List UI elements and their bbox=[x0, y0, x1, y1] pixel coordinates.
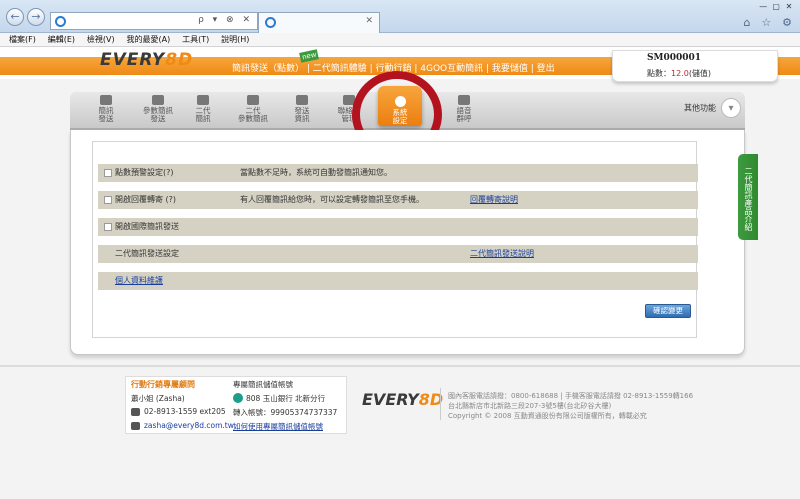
second-gen-product-tab[interactable]: 二代簡訊產品介紹 bbox=[738, 154, 758, 240]
other-functions[interactable]: 其他功能 ▾ bbox=[684, 98, 741, 118]
menu-tools[interactable]: 工具(T) bbox=[182, 33, 209, 47]
bank-logo-icon bbox=[233, 393, 243, 403]
topup-link[interactable]: (儲值) bbox=[689, 69, 711, 78]
row-description: 當點數不足時，系統可自動發簡訊通知您。 bbox=[240, 168, 392, 177]
tool-send-info[interactable]: 發送 資訊 bbox=[280, 95, 324, 123]
bank-name: 808 玉山銀行 北新分行 bbox=[246, 394, 326, 403]
profile-link[interactable]: 個人資料維護 bbox=[115, 272, 163, 290]
browser-chrome: ← → ρ ▾ ⊗ ✕ ✕ — ▢ ✕ ⌂ ☆ ⚙ bbox=[0, 0, 800, 33]
tool-second-gen-param-sms[interactable]: 二代 參數簡訊 bbox=[231, 95, 275, 123]
window-controls: — ▢ ✕ bbox=[758, 2, 794, 12]
account-box: SM000001 點數：12.0(儲值) bbox=[612, 50, 778, 82]
contact-card: 行動行銷專屬顧問 蕭小姐 (Zasha) 02-8913-1559 ext205… bbox=[125, 376, 347, 434]
footer-info: 國內客服電話請撥：0800-618688 | 手機客服電話請撥 02-8913-… bbox=[448, 391, 693, 421]
points-alert-checkbox[interactable] bbox=[104, 169, 112, 177]
phone-icon bbox=[131, 408, 140, 416]
bank-help-link[interactable]: 如何使用專屬簡訊儲值帳號 bbox=[233, 421, 323, 432]
footer-separator bbox=[440, 388, 441, 420]
second-gen-help-link[interactable]: 二代簡訊發送說明 bbox=[470, 245, 534, 263]
menu-file[interactable]: 檔案(F) bbox=[9, 33, 36, 47]
footer-copyright: Copyright © 2008 互動資通股份有限公司版權所有，轉載必究 bbox=[448, 412, 647, 420]
contact-email[interactable]: zasha@every8d.com.tw bbox=[144, 421, 234, 430]
tab-close-icon[interactable]: ✕ bbox=[365, 16, 373, 26]
reply-forward-help-link[interactable]: 回覆轉寄說明 bbox=[470, 191, 518, 209]
row-label[interactable]: 點數預警設定(?) bbox=[115, 164, 174, 182]
menu-view[interactable]: 檢視(V) bbox=[87, 33, 115, 47]
settings-row-profile: 個人資料維護 bbox=[98, 272, 698, 290]
speaker-icon bbox=[458, 95, 470, 105]
tools-gear-icon[interactable]: ⚙ bbox=[782, 16, 792, 29]
favorites-icon[interactable]: ☆ bbox=[761, 16, 771, 29]
row-label[interactable]: 開啟回覆轉寄 (?) bbox=[115, 191, 176, 209]
points-display: 點數：12.0(儲值) bbox=[647, 69, 712, 78]
param-icon bbox=[152, 95, 164, 105]
settings-row-points-alert: 點數預警設定(?) 當點數不足時，系統可自動發簡訊通知您。 bbox=[98, 164, 698, 182]
browser-toolbar-icons: ⌂ ☆ ⚙ bbox=[736, 16, 792, 29]
mail-icon bbox=[131, 422, 140, 430]
settings-row-reply-forward: 開啟回覆轉寄 (?) 有人回覆簡訊給您時，可以設定轉發簡訊至您手機。 回覆轉寄說… bbox=[98, 191, 698, 209]
settings-row-second-gen: 二代簡訊發送設定 二代簡訊發送說明 bbox=[98, 245, 698, 263]
envelope-icon bbox=[100, 95, 112, 105]
contacts-card-icon bbox=[197, 95, 209, 105]
menu-edit[interactable]: 編輯(E) bbox=[48, 33, 75, 47]
tool-voice-call[interactable]: 語音 群呼 bbox=[442, 95, 486, 123]
footer-logo: EVERY8D bbox=[362, 390, 444, 409]
bank-title: 專屬簡訊儲值帳號 bbox=[233, 380, 293, 389]
ie-icon bbox=[55, 16, 66, 27]
home-icon[interactable]: ⌂ bbox=[744, 16, 751, 29]
bank-account: 轉入帳號：99905374737337 bbox=[233, 408, 338, 417]
close-button[interactable]: ✕ bbox=[784, 2, 794, 11]
forward-button[interactable]: → bbox=[27, 8, 45, 26]
address-bar[interactable]: ρ ▾ ⊗ ✕ bbox=[50, 12, 258, 30]
tool-second-gen-sms[interactable]: 二代 簡訊 bbox=[181, 95, 225, 123]
maximize-button[interactable]: ▢ bbox=[771, 2, 781, 11]
footer-divider bbox=[0, 365, 800, 367]
footer-address: 台北縣新店市北新路三段207-3號5樓(台北矽谷大樓) bbox=[448, 402, 612, 410]
points-value: 12.0 bbox=[671, 69, 689, 78]
footer-hotline: 國內客服電話請撥：0800-618688 | 手機客服電話請撥 02-8913-… bbox=[448, 392, 694, 400]
back-button[interactable]: ← bbox=[6, 8, 24, 26]
site-logo[interactable]: EVERY8D bbox=[100, 50, 193, 70]
row-label[interactable]: 開啟國際簡訊發送 bbox=[115, 218, 179, 236]
browser-tab[interactable]: ✕ bbox=[258, 12, 380, 33]
address-controls[interactable]: ρ ▾ ⊗ ✕ bbox=[198, 15, 253, 25]
contact-name: 蕭小姐 (Zasha) bbox=[131, 394, 185, 403]
document-icon bbox=[296, 95, 308, 105]
row-label: 二代簡訊發送設定 bbox=[115, 249, 179, 258]
international-checkbox[interactable] bbox=[104, 223, 112, 231]
contact-title: 行動行銷專屬顧問 bbox=[131, 380, 195, 389]
tool-param-sms[interactable]: 參數簡訊 發送 bbox=[136, 95, 180, 123]
minimize-button[interactable]: — bbox=[758, 2, 768, 11]
chevron-down-icon[interactable]: ▾ bbox=[721, 98, 741, 118]
contact-phone: 02-8913-1559 ext205 bbox=[144, 407, 226, 416]
menu-help[interactable]: 說明(H) bbox=[221, 33, 249, 47]
row-description: 有人回覆簡訊給您時，可以設定轉發簡訊至您手機。 bbox=[240, 195, 424, 204]
menu-favorites[interactable]: 我的最愛(A) bbox=[126, 33, 170, 47]
settings-panel: 點數預警設定(?) 當點數不足時，系統可自動發簡訊通知您。 開啟回覆轉寄 (?)… bbox=[70, 130, 745, 355]
account-id: SM000001 bbox=[647, 53, 702, 63]
settings-row-international: 開啟國際簡訊發送 bbox=[98, 218, 698, 236]
broadcast-envelope-icon bbox=[247, 95, 259, 105]
tool-send-sms[interactable]: 簡訊 發送 bbox=[84, 95, 128, 123]
reply-forward-checkbox[interactable] bbox=[104, 196, 112, 204]
ie-icon bbox=[265, 17, 276, 28]
confirm-changes-button[interactable]: 確認變更 bbox=[645, 304, 691, 318]
menu-bar: 檔案(F) 編輯(E) 檢視(V) 我的最愛(A) 工具(T) 說明(H) bbox=[0, 33, 800, 47]
